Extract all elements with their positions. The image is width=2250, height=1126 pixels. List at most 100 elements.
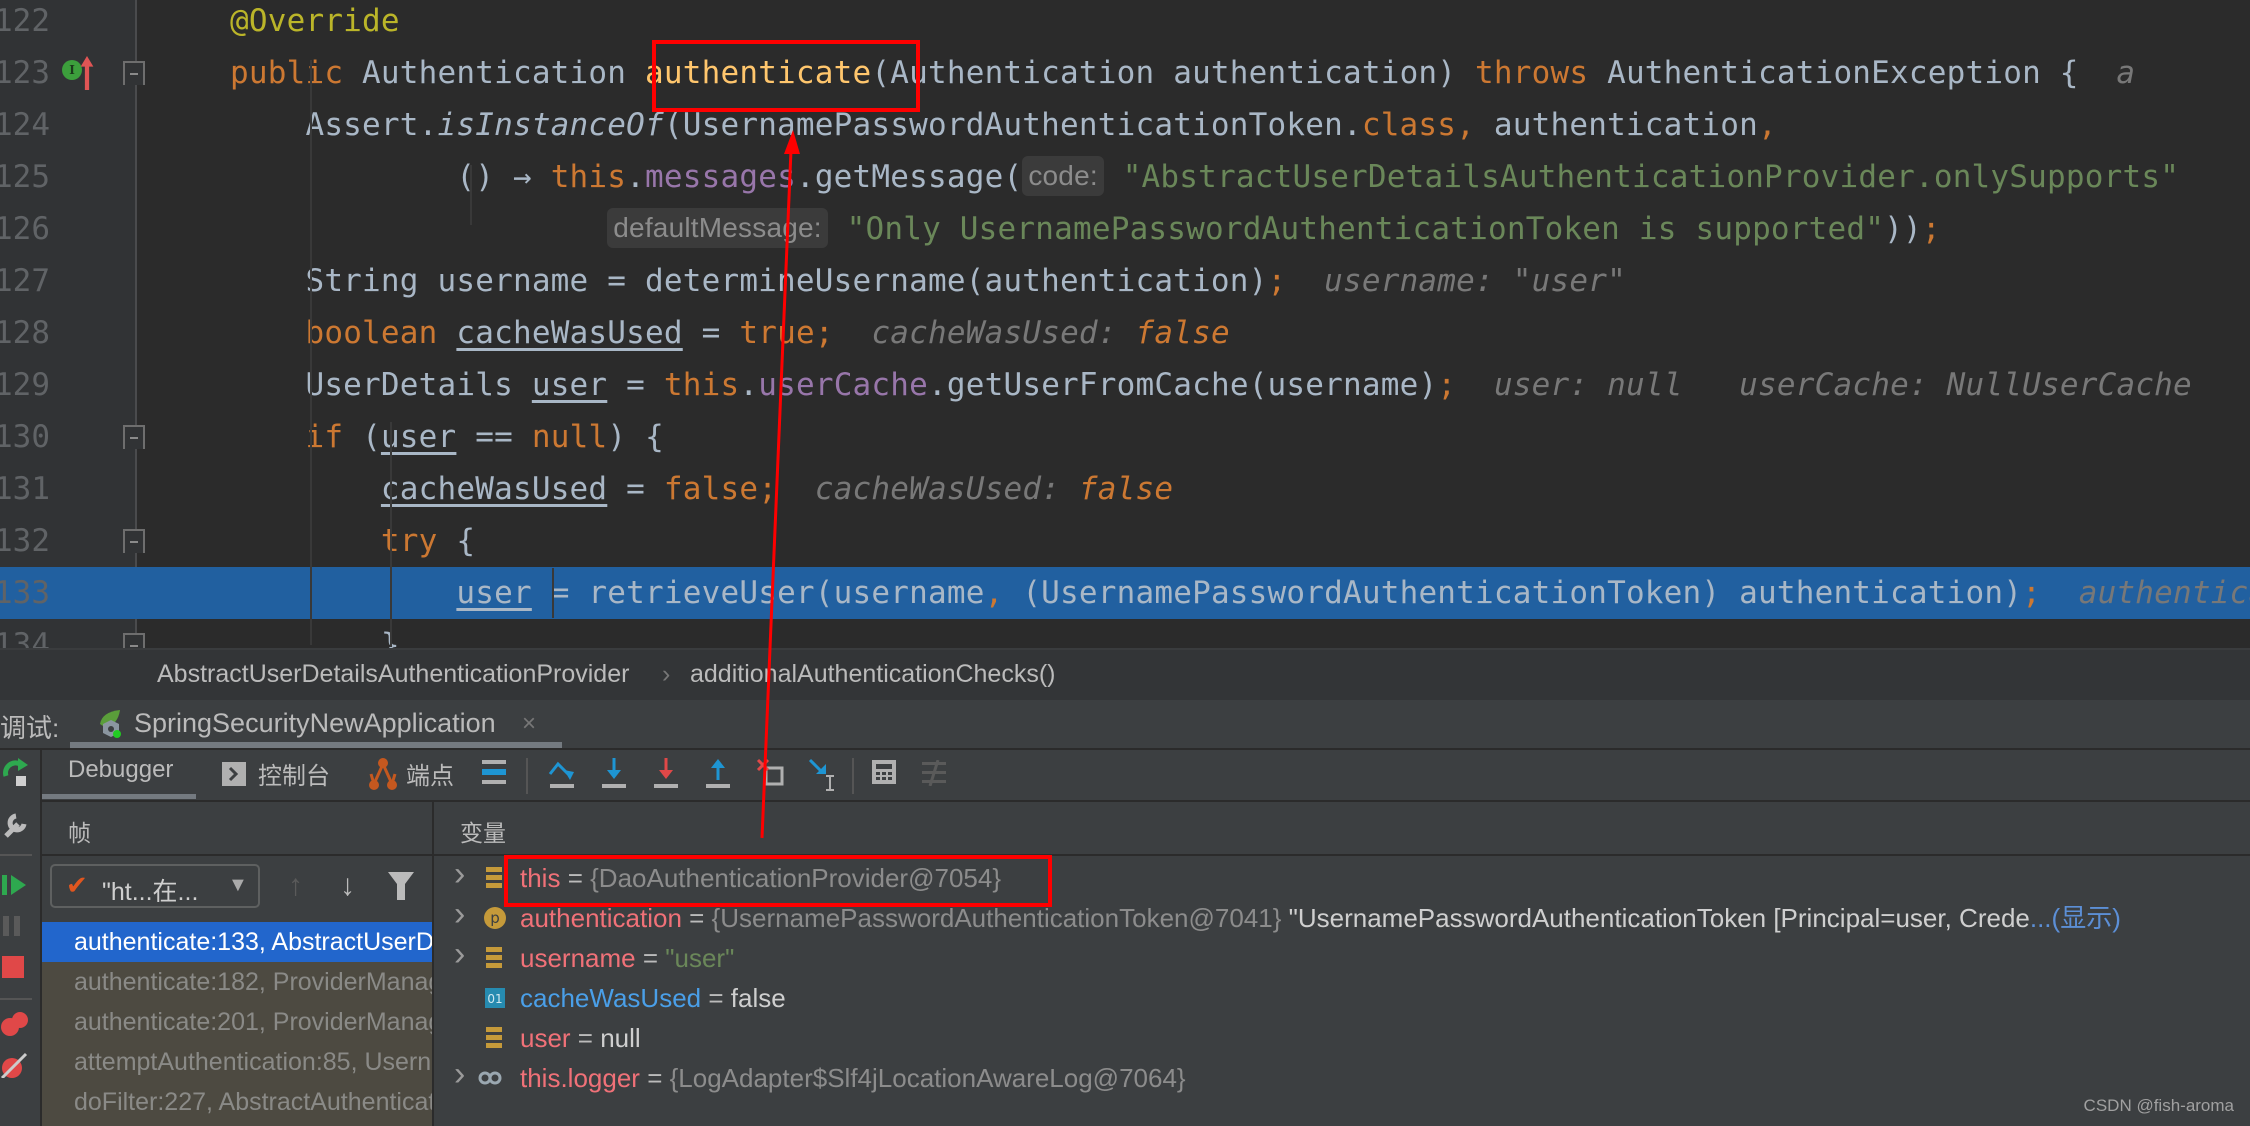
code-line[interactable]: 134 } bbox=[0, 619, 2250, 648]
line-number[interactable]: 134 bbox=[0, 619, 50, 648]
code-token: ; bbox=[1267, 263, 1287, 299]
line-number[interactable]: 129 bbox=[0, 359, 50, 411]
code-token: String username = determineUsername(auth… bbox=[230, 263, 1268, 299]
thread-selector[interactable]: ✔ "ht...在... ▼ bbox=[50, 864, 260, 908]
line-number[interactable]: 131 bbox=[0, 463, 50, 515]
close-tab-icon[interactable]: × bbox=[522, 710, 536, 738]
view-breakpoints-icon[interactable] bbox=[0, 1010, 30, 1038]
code-line[interactable]: 131 cacheWasUsed = false; cacheWasUsed: … bbox=[0, 463, 2250, 515]
filter-icon[interactable] bbox=[388, 872, 414, 900]
mute-breakpoints-icon[interactable] bbox=[0, 1052, 30, 1078]
variable-row[interactable]: 01 cacheWasUsed = false bbox=[434, 978, 2250, 1018]
line-number[interactable]: 123 bbox=[0, 47, 50, 99]
console-icon[interactable] bbox=[222, 762, 246, 786]
drop-frame-icon[interactable] bbox=[756, 758, 786, 790]
equals-sign: = bbox=[570, 1023, 601, 1053]
tab-console[interactable]: 控制台 bbox=[258, 756, 330, 791]
variable-row[interactable]: › this.logger = {LogAdapter$Slf4jLocation… bbox=[434, 1055, 2250, 1098]
code-line[interactable]: 130 if (user == null) { bbox=[0, 411, 2250, 463]
code-line[interactable]: 122 @Override bbox=[0, 0, 2250, 47]
stop-icon[interactable] bbox=[2, 956, 24, 978]
code-token: = bbox=[607, 367, 664, 403]
line-number[interactable]: 127 bbox=[0, 255, 50, 307]
code-token: user: null userCache: NullUserCache bbox=[1493, 367, 2192, 403]
previous-frame-icon[interactable]: ↑ bbox=[288, 866, 303, 906]
variable-text: user = null bbox=[520, 1018, 641, 1058]
step-over-icon[interactable] bbox=[548, 758, 576, 790]
code-line[interactable]: 125 () → this.messages.getMessage(code: … bbox=[0, 151, 2250, 203]
tab-breakpoints[interactable]: 端点 bbox=[406, 756, 454, 791]
line-number[interactable]: 125 bbox=[0, 151, 50, 203]
code-line[interactable]: 128 boolean cacheWasUsed = true; cacheWa… bbox=[0, 307, 2250, 359]
breadcrumb-class[interactable]: AbstractUserDetailsAuthenticationProvide… bbox=[157, 660, 629, 689]
run-config-tab[interactable]: SpringSecurityNewApplication × bbox=[70, 700, 562, 748]
code-line-current[interactable]: 133 user = retrieveUser(username, (Usern… bbox=[0, 567, 2250, 619]
code-token: this bbox=[550, 159, 627, 195]
implements-method-icon[interactable]: I bbox=[62, 60, 82, 80]
indent-guide bbox=[470, 165, 472, 225]
variable-row[interactable]: user = null bbox=[434, 1018, 2250, 1058]
line-number[interactable]: 128 bbox=[0, 307, 50, 359]
variable-name: this.logger bbox=[520, 1063, 640, 1093]
code-line[interactable]: 132 try { bbox=[0, 515, 2250, 567]
settings-wrench-icon[interactable] bbox=[2, 810, 30, 840]
overrides-up-arrow-icon[interactable] bbox=[80, 56, 94, 90]
stack-frame[interactable]: authenticate:201, ProviderManager bbox=[42, 1002, 432, 1042]
code-token: )) bbox=[1884, 211, 1922, 247]
variable-value: false bbox=[730, 983, 786, 1013]
expand-chevron-icon[interactable]: › bbox=[454, 854, 465, 894]
code-line[interactable]: 123 public Authentication authenticate(Au… bbox=[0, 47, 2250, 99]
code-token: , bbox=[984, 575, 1023, 611]
variable-text: username = "user" bbox=[520, 938, 734, 978]
variable-row[interactable]: › username = "user" bbox=[434, 935, 2250, 978]
next-frame-icon[interactable]: ↓ bbox=[340, 866, 355, 906]
evaluate-expression-icon[interactable] bbox=[872, 760, 898, 786]
expand-chevron-icon[interactable]: › bbox=[454, 1054, 465, 1094]
stack-frame[interactable]: doFilter:227, AbstractAuthenticationProc… bbox=[42, 1082, 432, 1122]
line-number[interactable]: 126 bbox=[0, 203, 50, 255]
code-line[interactable]: 127 String username = determineUsername(… bbox=[0, 255, 2250, 307]
line-number[interactable]: 132 bbox=[0, 515, 50, 567]
show-execution-point-icon[interactable] bbox=[482, 760, 508, 786]
show-more-link[interactable]: ...(显示) bbox=[2030, 903, 2121, 933]
expand-chevron-icon[interactable]: › bbox=[454, 934, 465, 974]
debug-side-toolbar bbox=[0, 748, 42, 1126]
code-token: false bbox=[1135, 315, 1230, 351]
side-divider bbox=[0, 998, 32, 1000]
tab-debugger[interactable]: Debugger bbox=[68, 756, 173, 784]
code-line[interactable]: 129 UserDetails user = this.userCache.ge… bbox=[0, 359, 2250, 411]
line-number[interactable]: 122 bbox=[0, 0, 50, 47]
code-token: (UsernamePasswordAuthenticationToken) au… bbox=[1022, 575, 2023, 611]
expand-chevron-icon[interactable]: › bbox=[454, 894, 465, 934]
code-line[interactable]: 126 defaultMessage: "Only UsernamePasswo… bbox=[0, 203, 2250, 255]
step-out-icon[interactable] bbox=[704, 758, 732, 790]
stack-frame[interactable]: authenticate:182, ProviderManager bbox=[42, 962, 432, 1002]
step-into-icon[interactable] bbox=[600, 758, 628, 790]
line-number[interactable]: 133 bbox=[0, 567, 50, 619]
force-step-into-icon[interactable] bbox=[652, 758, 680, 790]
fold-if-icon[interactable] bbox=[123, 425, 145, 449]
line-number[interactable]: 124 bbox=[0, 99, 50, 151]
fold-try-icon[interactable] bbox=[123, 529, 145, 553]
pause-program-icon[interactable] bbox=[2, 914, 24, 938]
resume-program-icon[interactable] bbox=[2, 872, 28, 898]
code-token: this bbox=[663, 367, 740, 403]
check-icon: ✔ bbox=[66, 870, 88, 900]
rerun-icon[interactable] bbox=[2, 756, 30, 788]
fold-end-icon[interactable] bbox=[123, 633, 145, 648]
fold-method-icon[interactable] bbox=[123, 61, 145, 85]
code-token: userCache bbox=[758, 367, 929, 403]
breadcrumb-method[interactable]: additionalAuthenticationChecks() bbox=[690, 660, 1056, 689]
code-text: cacheWasUsed = false; cacheWasUsed: fals… bbox=[230, 463, 1173, 515]
code-editor[interactable]: 122 @Override 123 public Authentication aut… bbox=[0, 0, 2250, 648]
stack-frame[interactable]: authenticate:133, AbstractUserDetailsAut… bbox=[42, 922, 432, 962]
run-to-cursor-icon[interactable] bbox=[808, 758, 838, 792]
stack-frame[interactable]: attemptAuthentication:85, UsernamePasswo… bbox=[42, 1042, 432, 1082]
code-line[interactable]: 124 Assert.isInstanceOf(UsernamePassword… bbox=[0, 99, 2250, 151]
equals-sign: = bbox=[681, 903, 712, 933]
line-number[interactable]: 130 bbox=[0, 411, 50, 463]
variable-value: null bbox=[600, 1023, 641, 1053]
